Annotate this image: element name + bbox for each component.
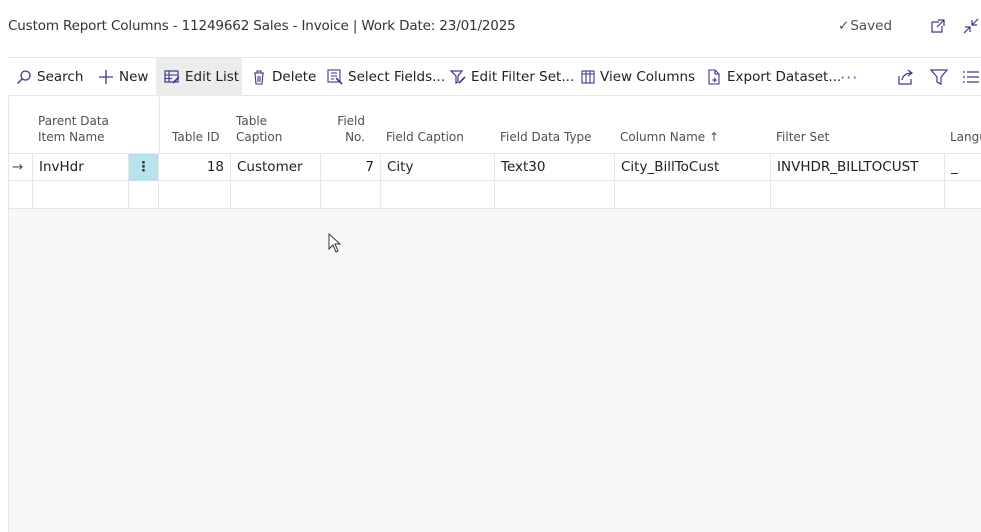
header-table-caption-line1: Table (236, 114, 268, 128)
export-dataset-button[interactable]: Export Dataset... (706, 58, 841, 96)
cell-parent-data-item-name[interactable] (33, 181, 129, 208)
cell-field-no[interactable] (321, 181, 381, 208)
search-icon (17, 70, 31, 84)
header-field-data-type[interactable]: Field Data Type (500, 129, 592, 145)
header-table-id[interactable]: Table ID (172, 129, 220, 145)
action-bar: Search New Edit List Delete Select Field… (8, 57, 981, 96)
cell-table-id[interactable] (159, 181, 231, 208)
header-parent-line1: Parent Data (38, 114, 109, 128)
row-selector[interactable] (9, 181, 33, 208)
header-column-name[interactable]: Column Name ↑ (620, 129, 719, 145)
header-field-no-line1: Field (337, 114, 365, 128)
table-row[interactable]: → InvHdr ⋮ 18 Customer 7 City Text30 Cit… (9, 153, 981, 181)
cell-language[interactable] (945, 181, 981, 208)
header-parent-line2: Item Name (38, 130, 105, 144)
columns-grid: Parent Data Item Name Table ID Table Capti… (8, 97, 981, 532)
cell-table-id[interactable]: 18 (159, 154, 231, 181)
cell-field-data-type[interactable]: Text30 (495, 154, 615, 181)
cell-parent-data-item-name[interactable]: InvHdr (33, 154, 129, 181)
saved-label: Saved (850, 18, 893, 34)
edit-list-label: Edit List (185, 69, 240, 85)
search-label: Search (37, 69, 84, 85)
more-actions-button[interactable]: ··· (840, 58, 858, 96)
header-table-caption-line2: Caption (236, 130, 283, 144)
row-actions-menu-icon[interactable]: ⋮ (129, 154, 159, 181)
checkmark-icon: ✓ (838, 18, 850, 34)
share-icon[interactable] (897, 68, 915, 86)
collapse-icon[interactable] (961, 16, 981, 36)
header-table-caption[interactable]: Table Caption (236, 113, 282, 145)
export-file-icon (708, 69, 720, 85)
header-column-name-label: Column Name (620, 130, 706, 144)
edit-filter-set-label: Edit Filter Set... (471, 69, 575, 85)
delete-button[interactable]: Delete (251, 58, 316, 96)
edit-filter-set-button[interactable]: Edit Filter Set... (450, 58, 574, 96)
filter-icon[interactable] (930, 68, 948, 86)
export-dataset-label: Export Dataset... (727, 69, 842, 85)
row-selector-arrow-icon[interactable]: → (9, 154, 33, 181)
grid-header: Parent Data Item Name Table ID Table Capti… (9, 97, 981, 153)
header-language[interactable]: Langu (950, 129, 981, 145)
header-parent-data-item-name[interactable]: Parent Data Item Name (38, 113, 109, 145)
new-label: New (119, 69, 149, 85)
view-columns-label: View Columns (600, 69, 696, 85)
sort-ascending-icon: ↑ (709, 130, 720, 144)
mouse-pointer-icon (328, 233, 342, 253)
title-bar: Custom Report Columns - 11249662 Sales -… (0, 0, 981, 56)
list-view-icon[interactable] (962, 68, 980, 86)
edit-list-icon (164, 70, 180, 84)
page-title: Custom Report Columns - 11249662 Sales -… (8, 18, 516, 34)
cell-field-caption[interactable] (381, 181, 495, 208)
cell-field-caption[interactable]: City (381, 154, 495, 181)
filter-edit-icon (450, 70, 466, 84)
cell-field-data-type[interactable] (495, 181, 615, 208)
new-button[interactable]: New (98, 58, 148, 96)
cell-table-caption[interactable] (231, 181, 321, 208)
header-field-no-line2: No. (345, 130, 365, 144)
header-field-no[interactable]: Field No. (327, 113, 365, 145)
cell-table-caption[interactable]: Customer (231, 154, 321, 181)
open-in-new-window-icon[interactable] (928, 16, 948, 36)
row-actions-cell[interactable] (129, 181, 159, 208)
header-divider (159, 97, 160, 153)
view-columns-button[interactable]: View Columns (581, 58, 695, 96)
select-fields-label: Select Fields... (348, 69, 446, 85)
columns-icon (581, 70, 595, 84)
header-filter-set[interactable]: Filter Set (776, 129, 829, 145)
trash-icon (254, 70, 264, 85)
cell-column-name[interactable] (615, 181, 771, 208)
select-fields-icon (327, 69, 343, 85)
saved-status: ✓Saved (838, 18, 892, 34)
select-fields-button[interactable]: Select Fields... (327, 58, 445, 96)
delete-label: Delete (272, 69, 317, 85)
cell-language[interactable]: _ (945, 154, 981, 181)
plus-icon (99, 70, 113, 84)
edit-list-button[interactable]: Edit List (156, 58, 242, 96)
cell-filter-set[interactable]: INVHDR_BILLTOCUST (771, 154, 945, 181)
cell-filter-set[interactable] (771, 181, 945, 208)
search-button[interactable]: Search (16, 58, 83, 96)
table-row-new[interactable] (9, 181, 981, 209)
header-field-caption[interactable]: Field Caption (386, 129, 464, 145)
cell-column-name[interactable]: City_BillToCust (615, 154, 771, 181)
cell-field-no[interactable]: 7 (321, 154, 381, 181)
